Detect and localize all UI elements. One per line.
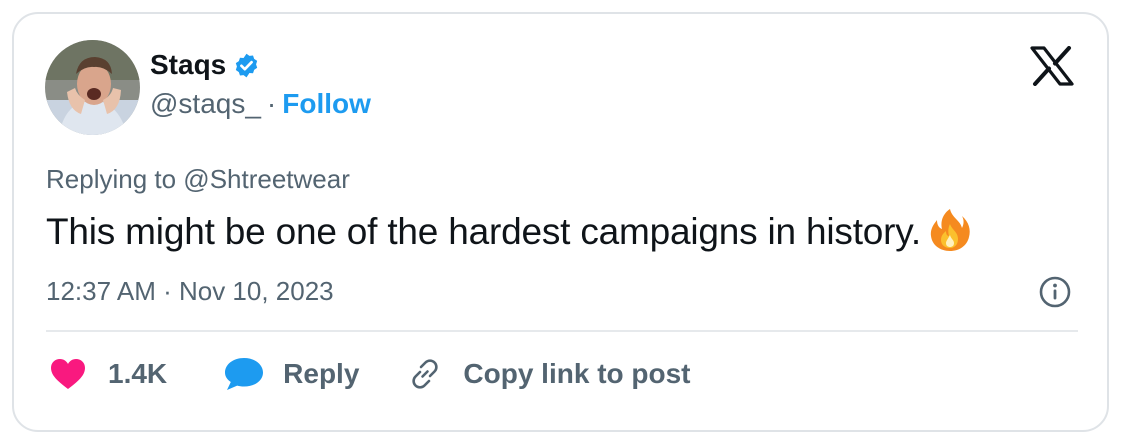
copy-link-label: Copy link to post [463,358,691,389]
x-logo-icon[interactable] [1030,46,1074,86]
fire-emoji-icon [927,206,973,252]
author-name-row: Staqs [150,48,371,82]
heart-icon [51,359,85,389]
follow-button[interactable]: Follow [282,88,371,120]
info-icon[interactable] [1038,275,1072,309]
author-block: Staqs @staqs_ · Follow [150,48,371,124]
divider [46,330,1078,332]
reply-button[interactable]: Reply [223,356,359,392]
avatar[interactable] [45,40,140,135]
like-count: 1.4K [108,358,168,389]
handle-row: @staqs_ · Follow [150,84,371,124]
avatar-image [45,40,140,135]
author-name[interactable]: Staqs [150,49,226,81]
link-icon [412,359,439,389]
separator-dot: · [266,88,277,119]
author-handle[interactable]: @staqs_ [150,88,261,120]
copy-link-button[interactable]: Copy link to post [407,356,691,392]
action-bar: 1.4K Reply Copy link to post [50,352,691,396]
verified-badge-icon [233,52,260,79]
tweet-timestamp[interactable]: 12:37 AM · Nov 10, 2023 [46,276,334,307]
tweet-text-row: This might be one of the hardest campaig… [46,206,973,253]
like-button[interactable]: 1.4K [50,358,167,390]
reply-bubble-icon [225,358,264,390]
replying-to-label[interactable]: Replying to @Shtreetwear [46,164,350,195]
reply-label: Reply [283,358,360,389]
tweet-text: This might be one of the hardest campaig… [46,211,921,252]
